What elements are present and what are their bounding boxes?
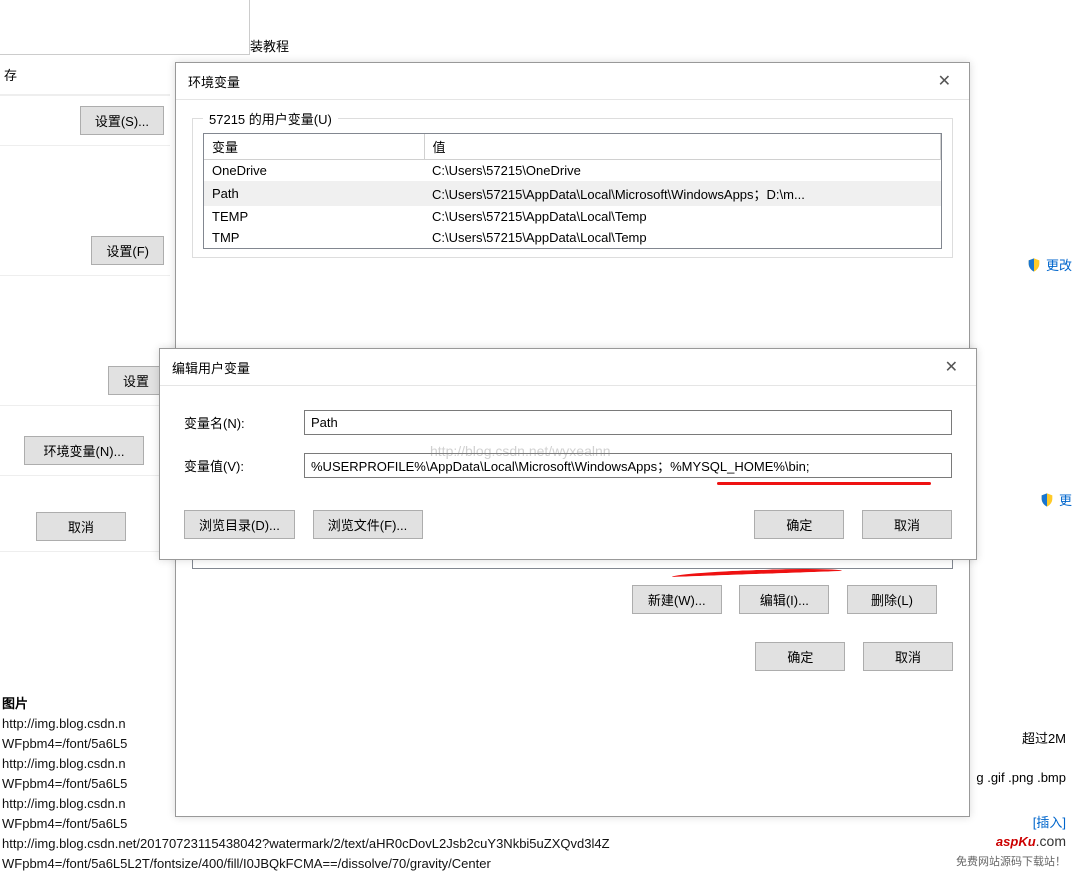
cancel-bg-button[interactable]: 取消: [36, 512, 126, 541]
change-link-1[interactable]: 更改: [1026, 255, 1072, 274]
settings-s-button[interactable]: 设置(S)...: [80, 106, 164, 135]
table-row[interactable]: PathC:\Users\57215\AppData\Local\Microso…: [204, 181, 941, 206]
browse-file-button[interactable]: 浏览文件(F)...: [313, 510, 423, 539]
url-line: http://img.blog.csdn.n: [2, 754, 1070, 774]
bg-panel: [0, 0, 250, 55]
new-button[interactable]: 新建(W)...: [632, 585, 722, 614]
url-line: WFpbm4=/font/5a6L5L2T/fontsize/400/fill/…: [2, 854, 1070, 874]
edit-button[interactable]: 编辑(I)...: [739, 585, 829, 614]
col-var[interactable]: 变量: [204, 134, 424, 160]
close-icon[interactable]: ✕: [939, 357, 964, 377]
var-name-input[interactable]: [304, 410, 952, 435]
dialog-title: 编辑用户变量: [172, 358, 250, 377]
browse-dir-button[interactable]: 浏览目录(D)...: [184, 510, 295, 539]
dialog-title: 环境变量: [188, 72, 240, 91]
save-label: 存: [0, 55, 170, 95]
url-line: WFpbm4=/font/5a6L5: [2, 734, 1070, 754]
brand-logo: aspKu.com 免费网站源码下载站！: [956, 821, 1066, 869]
settings-button[interactable]: 设置: [108, 366, 164, 395]
url-line: http://img.blog.csdn.n: [2, 794, 1070, 814]
table-row[interactable]: TEMPC:\Users\57215\AppData\Local\Temp: [204, 206, 941, 227]
pic-label: 图片: [2, 694, 1070, 714]
user-group-title: 57215 的用户变量(U): [203, 109, 338, 128]
table-row[interactable]: OneDriveC:\Users\57215\OneDrive: [204, 160, 941, 182]
edit-variable-dialog: 编辑用户变量 ✕ 变量名(N): 变量值(V): 浏览目录(D)... 浏览文件…: [159, 348, 977, 560]
var-name-label: 变量名(N):: [184, 413, 304, 432]
edit-ok-button[interactable]: 确定: [754, 510, 844, 539]
settings-f-button[interactable]: 设置(F): [91, 236, 164, 265]
user-vars-table[interactable]: 变量 值 OneDriveC:\Users\57215\OneDrivePath…: [204, 134, 941, 248]
ext-hint: g .gif .png .bmp: [976, 770, 1066, 785]
env-ok-button[interactable]: 确定: [755, 642, 845, 671]
shield-icon: [1026, 257, 1042, 273]
var-value-input[interactable]: [304, 453, 952, 478]
bottom-text-block: 图片 http://img.blog.csdn.nWFpbm4=/font/5a…: [0, 690, 1072, 878]
env-cancel-button[interactable]: 取消: [863, 642, 953, 671]
delete-button[interactable]: 删除(L): [847, 585, 937, 614]
bg-title-fragment: 装教程: [250, 36, 289, 55]
change-link-label: 更改: [1046, 255, 1072, 274]
close-icon[interactable]: ✕: [932, 71, 957, 91]
change-link-2[interactable]: 更: [1039, 490, 1072, 509]
size-hint: 超过2M: [1022, 728, 1066, 747]
table-row[interactable]: TMPC:\Users\57215\AppData\Local\Temp: [204, 227, 941, 248]
left-column: 存 设置(S)... 设置(F) 设置 环境变量(N)... 取消: [0, 55, 170, 552]
url-line: http://img.blog.csdn.n: [2, 714, 1070, 734]
edit-cancel-button[interactable]: 取消: [862, 510, 952, 539]
url-line: WFpbm4=/font/5a6L5: [2, 814, 1070, 834]
user-vars-group: 57215 的用户变量(U) 变量 值 OneDriveC:\Users\572…: [192, 118, 953, 258]
col-val[interactable]: 值: [424, 134, 941, 160]
url-line: http://img.blog.csdn.net/201707231154380…: [2, 834, 1070, 854]
var-value-label: 变量值(V):: [184, 456, 304, 475]
url-line: WFpbm4=/font/5a6L5: [2, 774, 1070, 794]
env-variables-button[interactable]: 环境变量(N)...: [24, 436, 144, 465]
change-link-label: 更: [1059, 490, 1072, 509]
shield-icon: [1039, 492, 1055, 508]
annotation-underline: [717, 482, 931, 485]
